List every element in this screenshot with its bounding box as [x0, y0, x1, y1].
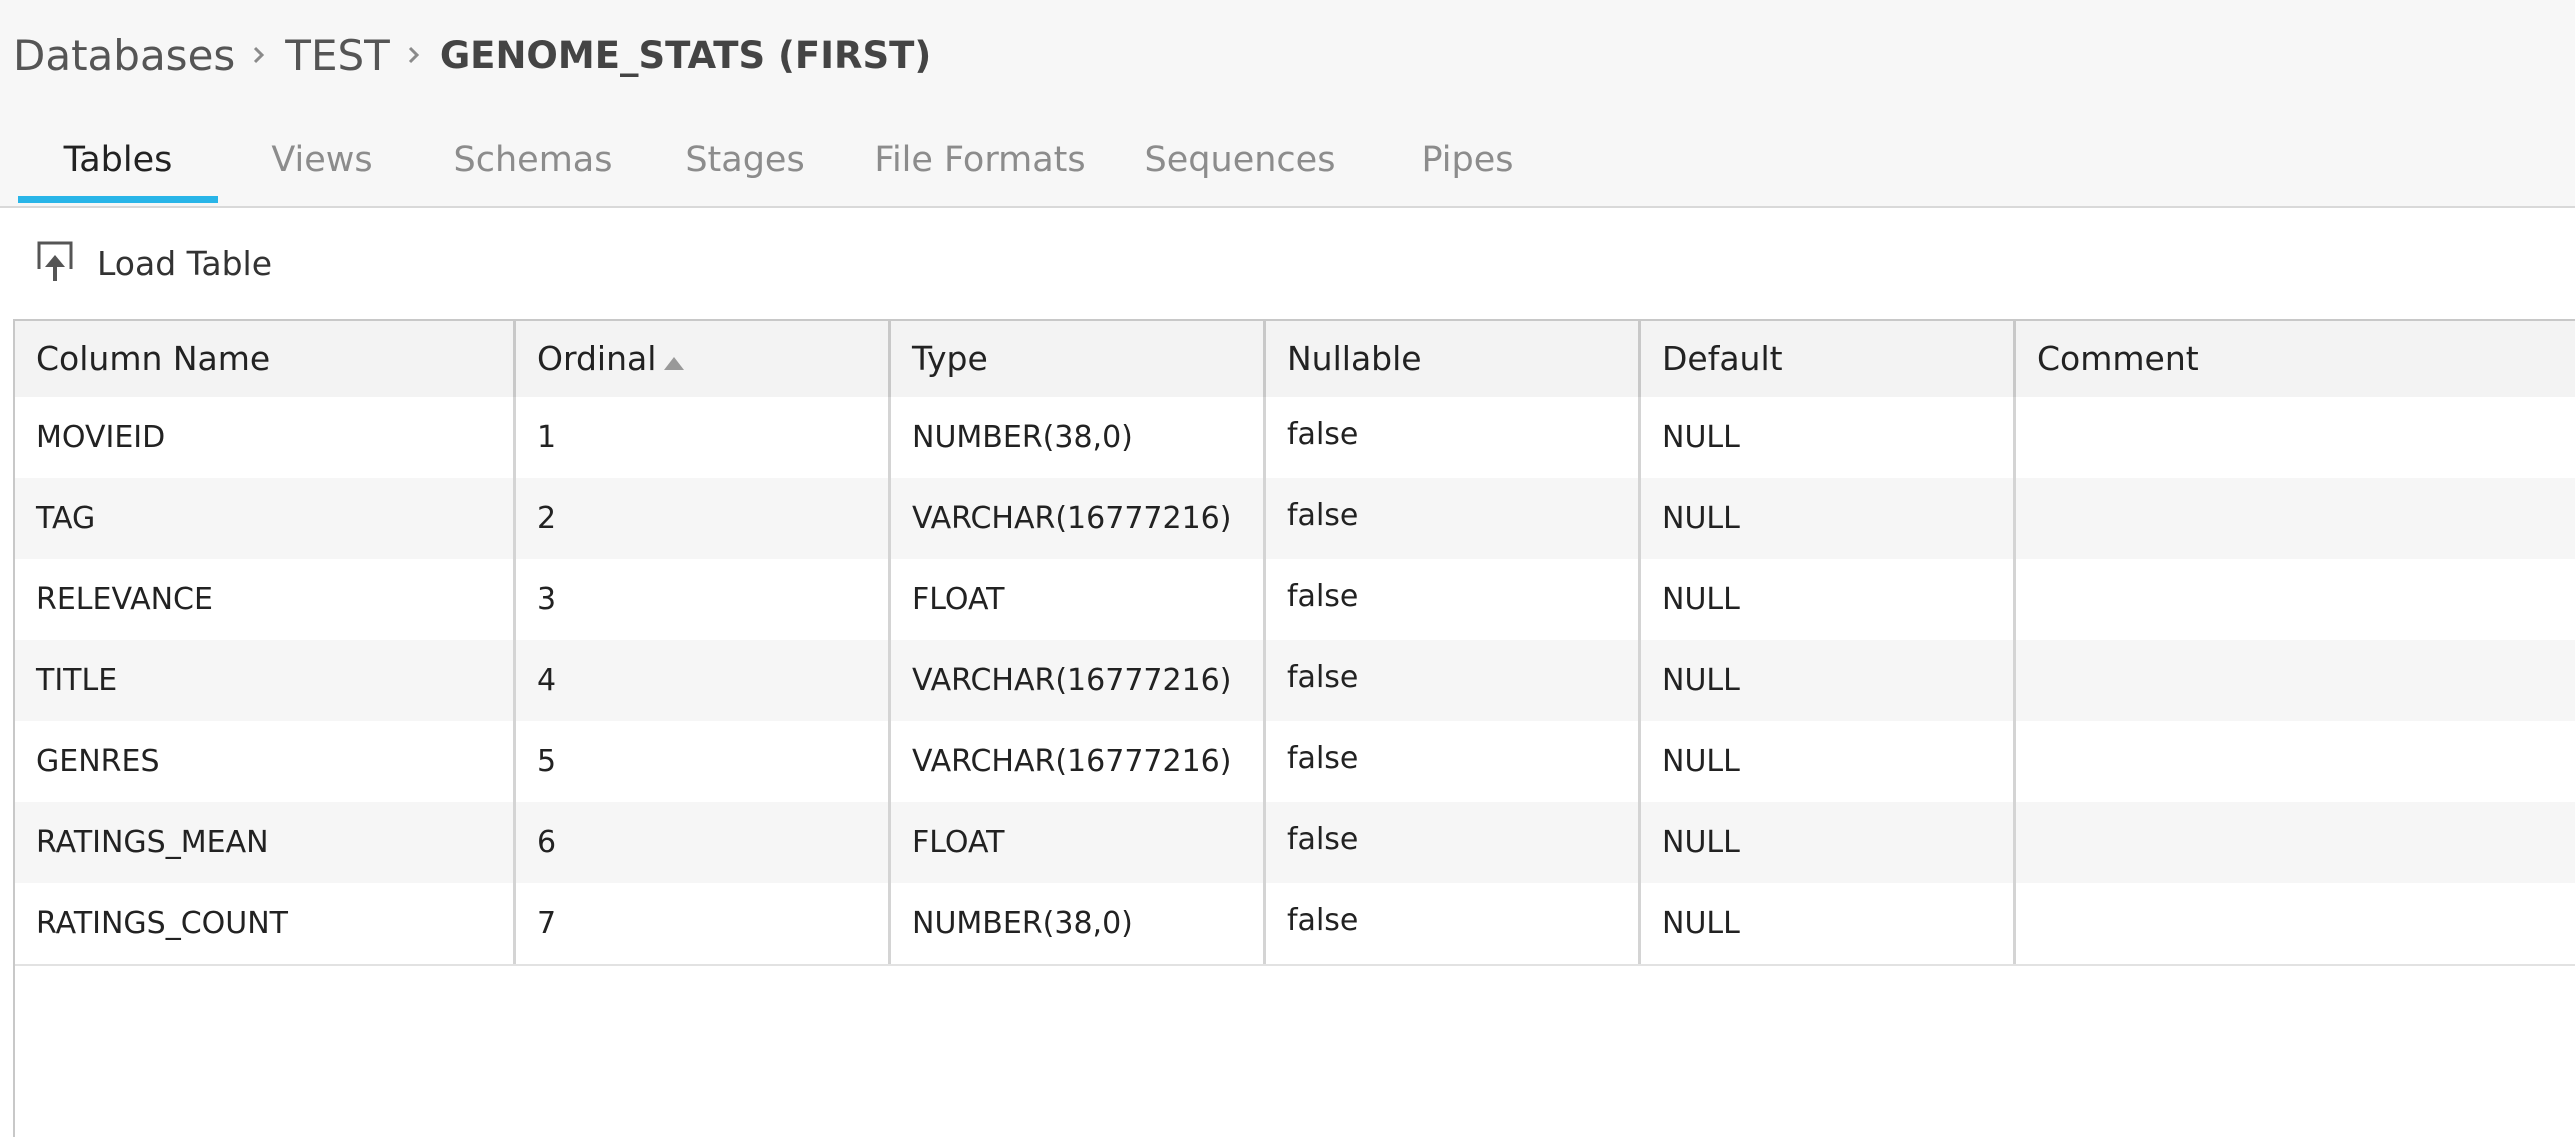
table-row[interactable]: GENRES 5 VARCHAR(16777216) false NULL: [15, 721, 2575, 804]
column-header-label: Column Name: [36, 339, 271, 378]
column-header-label: Comment: [2037, 339, 2199, 378]
tab-tables[interactable]: Tables: [18, 130, 218, 206]
active-tab-indicator: [18, 196, 218, 203]
column-header-ordinal[interactable]: Ordinal: [516, 321, 891, 397]
cell-column-name: TITLE: [15, 640, 516, 721]
column-header-default[interactable]: Default: [1641, 321, 2016, 397]
load-table-button[interactable]: Load Table: [35, 238, 272, 288]
breadcrumb-database-test[interactable]: TEST: [285, 31, 390, 80]
cell-column-name: RATINGS_COUNT: [15, 883, 516, 964]
load-table-icon: [35, 239, 75, 287]
column-header-label: Nullable: [1287, 339, 1422, 378]
cell-default: NULL: [1641, 478, 2016, 559]
table-row[interactable]: RATINGS_MEAN 6 FLOAT false NULL: [15, 802, 2575, 885]
tab-sequences[interactable]: Sequences: [1140, 130, 1340, 206]
cell-default: NULL: [1641, 883, 2016, 964]
load-table-label: Load Table: [97, 243, 272, 283]
table-row[interactable]: TITLE 4 VARCHAR(16777216) false NULL: [15, 640, 2575, 723]
cell-type: VARCHAR(16777216): [891, 478, 1266, 559]
column-header-label: Ordinal: [537, 339, 657, 378]
cell-type: FLOAT: [891, 802, 1266, 883]
cell-ordinal: 5: [516, 721, 891, 802]
cell-column-name: RATINGS_MEAN: [15, 802, 516, 883]
cell-nullable: false: [1266, 721, 1641, 802]
column-header-type[interactable]: Type: [891, 321, 1266, 397]
cell-default: NULL: [1641, 397, 2016, 478]
cell-comment: [2016, 883, 2575, 964]
column-header-label: Default: [1662, 339, 1783, 378]
table-row[interactable]: RATINGS_COUNT 7 NUMBER(38,0) false NULL: [15, 883, 2575, 966]
cell-type: VARCHAR(16777216): [891, 640, 1266, 721]
cell-ordinal: 3: [516, 559, 891, 640]
cell-type: FLOAT: [891, 559, 1266, 640]
breadcrumb-databases[interactable]: Databases: [13, 31, 235, 80]
cell-nullable: false: [1266, 640, 1641, 721]
columns-table: Column Name Ordinal Type Nullable Defaul…: [13, 319, 2575, 1137]
tab-schemas[interactable]: Schemas: [448, 130, 618, 206]
cell-comment: [2016, 559, 2575, 640]
tab-stages[interactable]: Stages: [680, 130, 810, 206]
cell-ordinal: 7: [516, 883, 891, 964]
cell-comment: [2016, 478, 2575, 559]
tab-file-formats[interactable]: File Formats: [874, 130, 1086, 206]
cell-type: NUMBER(38,0): [891, 397, 1266, 478]
table-row[interactable]: MOVIEID 1 NUMBER(38,0) false NULL: [15, 397, 2575, 480]
cell-ordinal: 1: [516, 397, 891, 478]
chevron-right-icon: [253, 45, 265, 65]
cell-default: NULL: [1641, 802, 2016, 883]
cell-column-name: TAG: [15, 478, 516, 559]
breadcrumb-current-schema: GENOME_STATS (FIRST): [439, 33, 932, 77]
cell-type: NUMBER(38,0): [891, 883, 1266, 964]
table-row[interactable]: RELEVANCE 3 FLOAT false NULL: [15, 559, 2575, 642]
cell-ordinal: 4: [516, 640, 891, 721]
cell-comment: [2016, 721, 2575, 802]
cell-column-name: MOVIEID: [15, 397, 516, 478]
cell-default: NULL: [1641, 640, 2016, 721]
column-header-nullable[interactable]: Nullable: [1266, 321, 1641, 397]
cell-default: NULL: [1641, 559, 2016, 640]
cell-ordinal: 6: [516, 802, 891, 883]
breadcrumb: Databases TEST GENOME_STATS (FIRST): [13, 20, 931, 90]
cell-nullable: false: [1266, 478, 1641, 559]
table-header: Column Name Ordinal Type Nullable Defaul…: [15, 321, 2575, 399]
column-header-comment[interactable]: Comment: [2016, 321, 2575, 397]
cell-nullable: false: [1266, 802, 1641, 883]
cell-default: NULL: [1641, 721, 2016, 802]
tab-pipes[interactable]: Pipes: [1410, 130, 1525, 206]
column-header-column-name[interactable]: Column Name: [15, 321, 516, 397]
cell-nullable: false: [1266, 883, 1641, 964]
tab-views[interactable]: Views: [262, 130, 382, 206]
cell-column-name: GENRES: [15, 721, 516, 802]
table-row[interactable]: TAG 2 VARCHAR(16777216) false NULL: [15, 478, 2575, 561]
cell-nullable: false: [1266, 559, 1641, 640]
sort-ascending-icon: [662, 323, 686, 399]
cell-column-name: RELEVANCE: [15, 559, 516, 640]
cell-comment: [2016, 802, 2575, 883]
cell-comment: [2016, 397, 2575, 478]
chevron-right-icon: [408, 45, 420, 65]
cell-type: VARCHAR(16777216): [891, 721, 1266, 802]
cell-ordinal: 2: [516, 478, 891, 559]
cell-nullable: false: [1266, 397, 1641, 478]
page-header: Databases TEST GENOME_STATS (FIRST) Tabl…: [0, 0, 2575, 208]
cell-comment: [2016, 640, 2575, 721]
column-header-label: Type: [912, 339, 988, 378]
